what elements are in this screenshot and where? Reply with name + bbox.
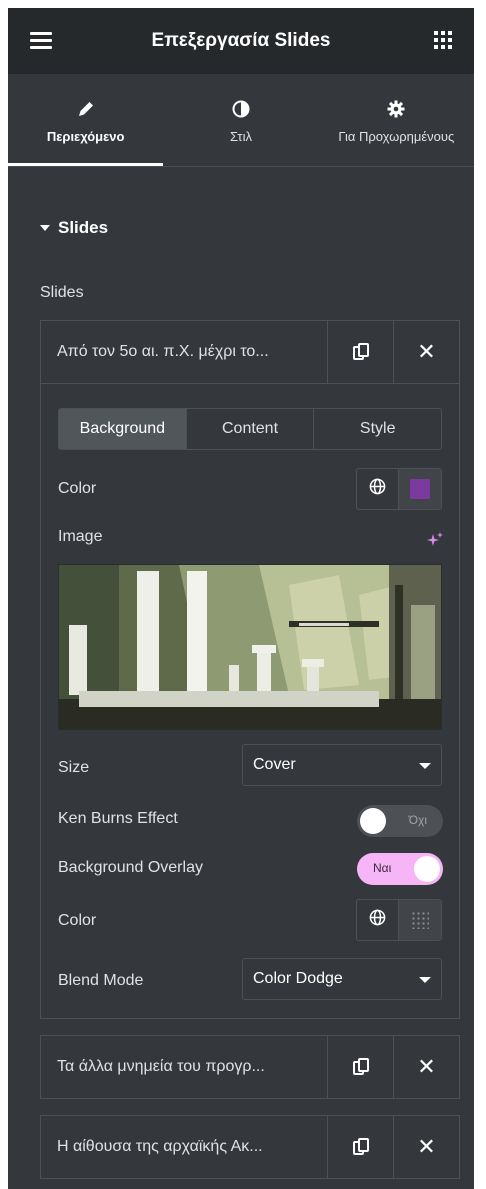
gear-icon <box>387 97 405 121</box>
copy-icon <box>352 1058 369 1076</box>
remove-button[interactable]: ✕ <box>393 1036 459 1098</box>
panel-tabs: Περιεχόμενο Στιλ Για Προχωρημένους <box>8 74 474 166</box>
color-swatch <box>410 479 430 499</box>
pencil-icon <box>77 97 95 121</box>
color-swatch-button[interactable] <box>399 469 441 509</box>
global-colors-button[interactable] <box>357 469 399 509</box>
toggle-knob <box>360 808 386 834</box>
repeater-item-title[interactable]: Η αίθουσα της αρχαϊκής Ακ... <box>41 1116 327 1178</box>
repeater-item-title[interactable]: Από τον 5ο αι. π.Χ. μέχρι το... <box>41 321 327 383</box>
editor-panel: Επεξεργασία Slides Περιεχόμενο Στιλ Για … <box>8 8 474 1189</box>
ken-burns-toggle[interactable]: Όχι <box>357 805 443 837</box>
tab-style[interactable]: Στιλ <box>163 74 318 166</box>
hamburger-menu-icon[interactable] <box>30 32 52 49</box>
tab-advanced-label: Για Προχωρημένους <box>338 128 455 144</box>
tab-content-label: Περιεχόμενο <box>46 128 125 144</box>
ken-burns-toggle-text: Όχι <box>408 813 427 827</box>
section-toggle[interactable]: Slides <box>40 218 108 238</box>
color-label: Color <box>58 480 97 497</box>
tabs-divider <box>8 166 474 167</box>
copy-icon <box>352 343 369 361</box>
apps-grid-icon[interactable] <box>434 31 452 49</box>
background-overlay-toggle-text: Ναι <box>373 861 392 875</box>
close-icon: ✕ <box>417 1134 436 1159</box>
overlay-color-control <box>356 899 442 941</box>
globe-icon <box>369 478 386 500</box>
inner-tab-background[interactable]: Background <box>59 409 186 449</box>
globe-icon <box>369 909 386 931</box>
background-image-preview[interactable] <box>58 564 442 730</box>
close-icon: ✕ <box>417 1054 436 1079</box>
chevron-down-icon <box>419 763 431 769</box>
tab-content[interactable]: Περιεχόμενο <box>8 74 164 166</box>
inner-tabs: Background Content Style <box>58 408 442 450</box>
overlay-color-swatch-button[interactable] <box>399 900 441 940</box>
duplicate-button[interactable] <box>327 321 393 383</box>
copy-icon <box>352 1138 369 1156</box>
global-colors-button[interactable] <box>357 900 399 940</box>
repeater-item: Η αίθουσα της αρχαϊκής Ακ... ✕ <box>40 1115 460 1179</box>
repeater-item: Από τον 5ο αι. π.Χ. μέχρι το... ✕ <box>40 320 460 384</box>
size-select[interactable]: Cover <box>242 744 442 786</box>
top-bar: Επεξεργασία Slides <box>8 8 474 74</box>
image-label: Image <box>58 528 103 545</box>
inner-tab-content[interactable]: Content <box>185 409 314 449</box>
background-overlay-label: Background Overlay <box>58 859 203 876</box>
remove-button[interactable]: ✕ <box>393 1116 459 1178</box>
size-select-value: Cover <box>253 756 296 773</box>
inner-tab-style[interactable]: Style <box>313 409 441 449</box>
toggle-knob <box>414 856 440 882</box>
blend-mode-select[interactable]: Color Dodge <box>242 958 442 1000</box>
repeater-item-title[interactable]: Τα άλλα μνημεία του προγρ... <box>41 1036 327 1098</box>
repeater-item: Τα άλλα μνημεία του προγρ... ✕ <box>40 1035 460 1099</box>
ken-burns-label: Ken Burns Effect <box>58 810 178 827</box>
remove-button[interactable]: ✕ <box>393 321 459 383</box>
close-icon: ✕ <box>417 339 436 364</box>
museum-photo <box>59 565 441 729</box>
chevron-down-icon <box>419 977 431 983</box>
blend-mode-select-value: Color Dodge <box>253 970 343 987</box>
tab-style-label: Στιλ <box>230 128 252 144</box>
color-control <box>356 468 442 510</box>
section-title: Slides <box>58 218 109 237</box>
size-label: Size <box>58 759 90 776</box>
repeater-label: Slides <box>40 284 84 301</box>
duplicate-button[interactable] <box>327 1036 393 1098</box>
caret-down-icon <box>40 225 50 231</box>
transparent-swatch <box>411 911 429 929</box>
overlay-color-label: Color <box>58 912 97 929</box>
blend-mode-label: Blend Mode <box>58 972 144 989</box>
tab-advanced[interactable]: Για Προχωρημένους <box>319 74 474 166</box>
background-overlay-toggle[interactable]: Ναι <box>357 853 443 885</box>
contrast-icon <box>232 97 250 121</box>
duplicate-button[interactable] <box>327 1116 393 1178</box>
ai-sparkle-icon[interactable] <box>426 531 444 549</box>
panel-title: Επεξεργασία Slides <box>151 30 331 51</box>
